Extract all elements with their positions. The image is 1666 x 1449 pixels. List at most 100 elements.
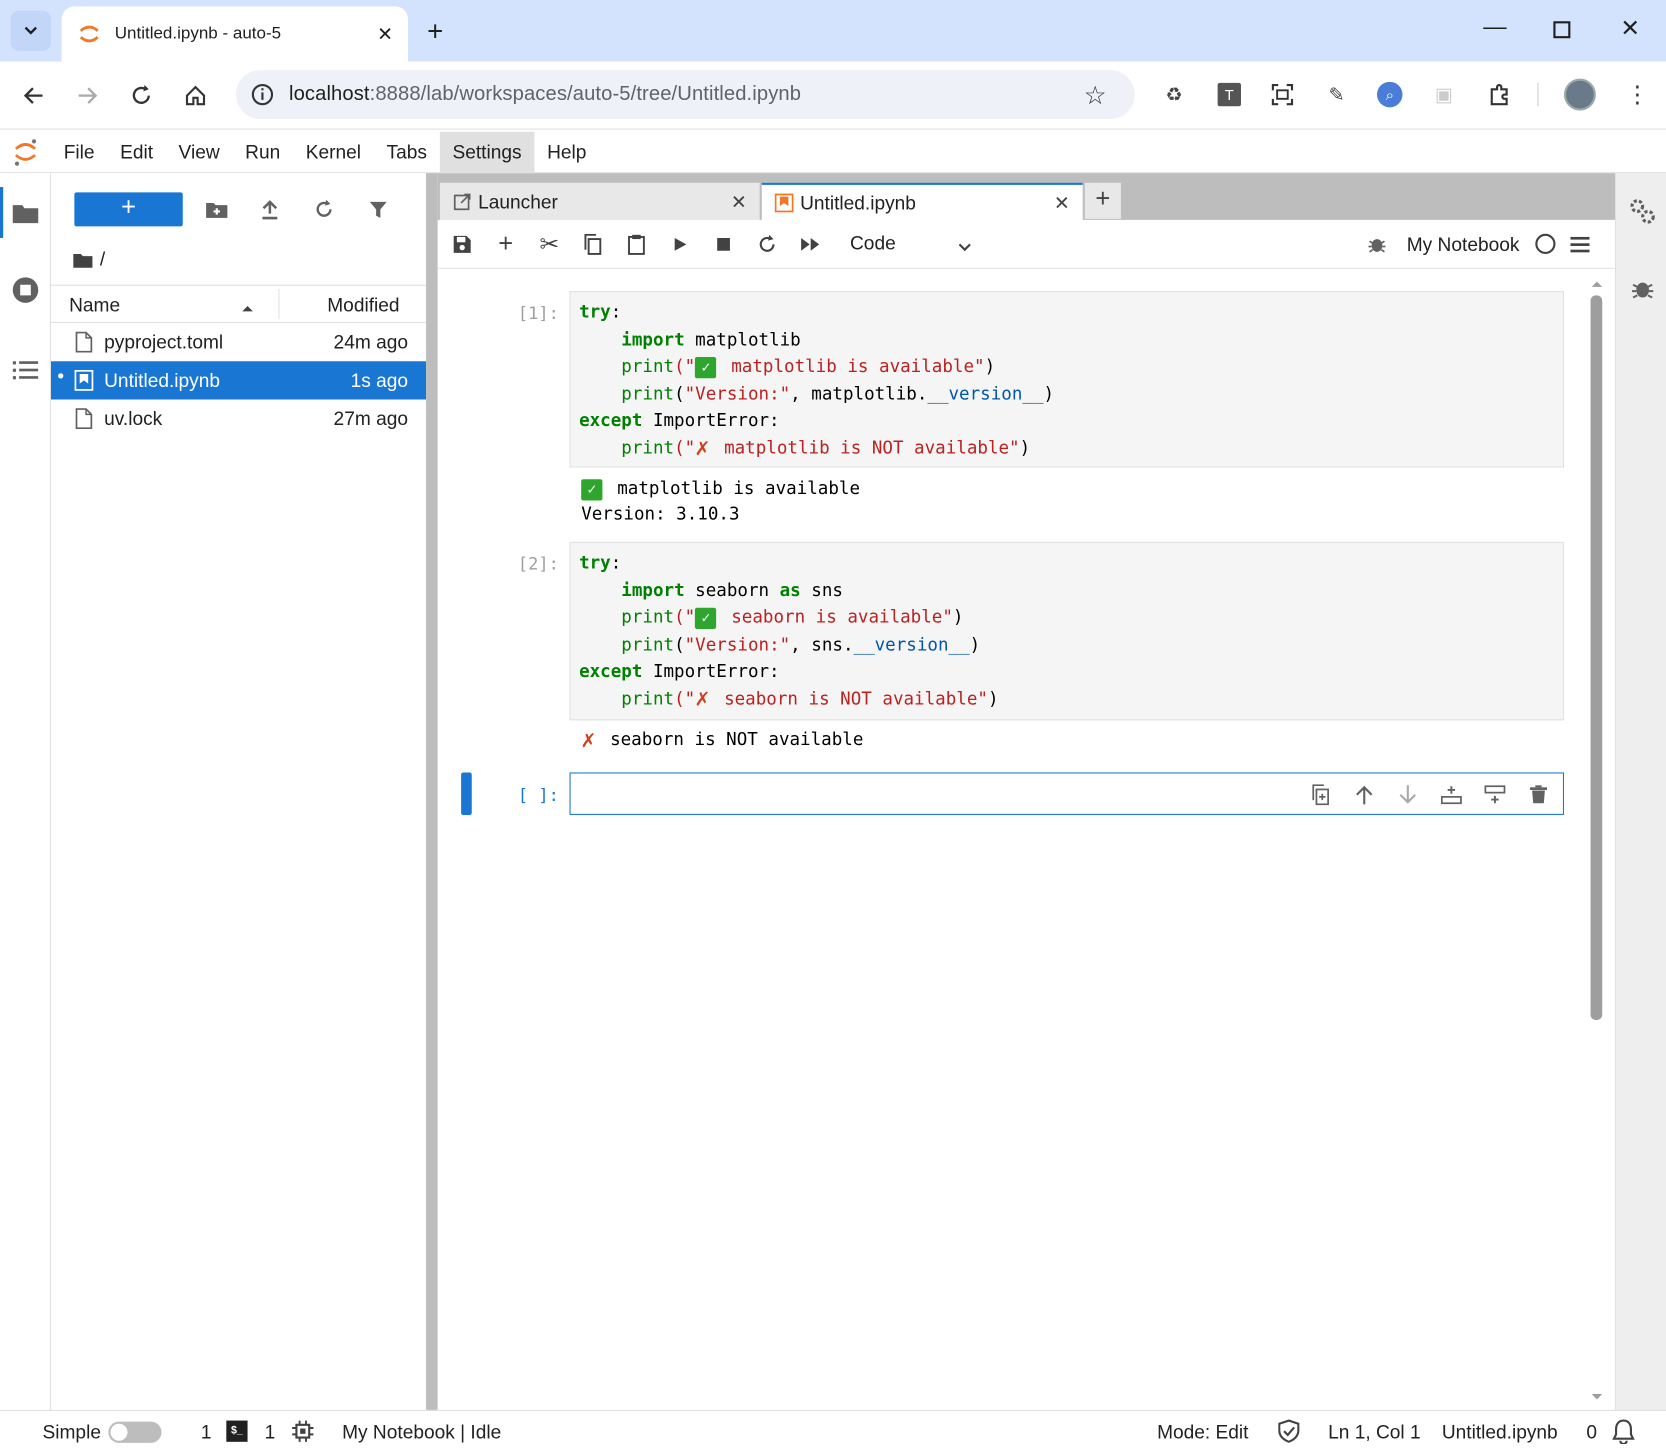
scrollbar-thumb[interactable] xyxy=(1590,295,1603,1020)
tab-notebook[interactable]: Untitled.ipynb ✕ xyxy=(761,182,1083,221)
menu-icon[interactable] xyxy=(1570,236,1590,258)
debugger-sidebar-icon[interactable] xyxy=(1631,277,1654,306)
profile-avatar[interactable] xyxy=(1564,78,1596,111)
bell-icon[interactable] xyxy=(1612,1418,1635,1449)
chevron-down-icon[interactable] xyxy=(957,239,972,258)
kernel-status-icon xyxy=(1535,233,1556,254)
scroll-down-icon[interactable] xyxy=(1591,1388,1604,1400)
menu-kernel[interactable]: Kernel xyxy=(293,131,374,171)
maximize-icon[interactable] xyxy=(1553,21,1571,39)
forward-icon[interactable] xyxy=(68,77,106,115)
puzzle-disabled-icon[interactable]: ▣ xyxy=(1426,77,1462,113)
menu-tabs[interactable]: Tabs xyxy=(374,131,440,171)
file-icon xyxy=(75,408,93,430)
kernel-name[interactable]: My Notebook xyxy=(1407,234,1520,256)
close-tab-icon[interactable]: ✕ xyxy=(1054,192,1070,214)
menu-file[interactable]: File xyxy=(51,131,107,171)
property-inspector-icon[interactable] xyxy=(1629,198,1657,231)
address-bar[interactable]: localhost:8888/lab/workspaces/auto-5/tre… xyxy=(235,70,1135,119)
back-icon[interactable] xyxy=(15,77,53,115)
copy-icon[interactable] xyxy=(579,232,607,258)
file-row[interactable]: pyproject.toml 24m ago xyxy=(51,323,426,361)
menu-view[interactable]: View xyxy=(166,131,233,171)
panel-splitter[interactable] xyxy=(426,173,438,1410)
recycle-extension-icon[interactable]: ♻ xyxy=(1156,77,1192,113)
browser-menu-icon[interactable]: ⋮ xyxy=(1626,79,1649,111)
menu-help[interactable]: Help xyxy=(534,131,599,171)
simple-mode-toggle[interactable] xyxy=(108,1421,162,1443)
kernel-status-text[interactable]: My Notebook | Idle xyxy=(342,1422,501,1444)
bookmark-star-icon[interactable]: ☆ xyxy=(1084,81,1107,112)
close-tab-icon[interactable]: ✕ xyxy=(731,191,747,213)
stop-icon[interactable] xyxy=(710,232,738,258)
file-row[interactable]: uv.lock 27m ago xyxy=(51,400,426,438)
restart-kernel-icon[interactable] xyxy=(753,232,781,258)
add-tab-button[interactable]: + xyxy=(1084,182,1121,219)
minimize-icon[interactable]: — xyxy=(1483,13,1506,41)
menu-settings[interactable]: Settings xyxy=(439,131,535,172)
cursor-position[interactable]: Ln 1, Col 1 xyxy=(1328,1422,1421,1444)
browser-tab-active[interactable]: Untitled.ipynb - auto-5 ✕ xyxy=(61,6,408,62)
tab-search-button[interactable] xyxy=(10,10,51,51)
scroll-up-icon[interactable] xyxy=(1591,274,1604,287)
terminal-icon[interactable]: $_ xyxy=(226,1420,248,1442)
file-modified: 24m ago xyxy=(333,330,408,353)
check-mark-icon: ✓ xyxy=(695,356,717,378)
status-bar: Simple 1 $_ 1 My Notebook | Idle Mode: E… xyxy=(0,1409,1666,1449)
home-icon[interactable] xyxy=(176,77,214,115)
new-launcher-button[interactable]: + xyxy=(74,192,183,227)
save-icon[interactable] xyxy=(448,232,476,258)
file-browser-tab-icon[interactable] xyxy=(0,187,51,238)
duplicate-cell-icon[interactable] xyxy=(1305,782,1337,808)
menu-run[interactable]: Run xyxy=(232,131,293,171)
extensions-icon[interactable] xyxy=(1481,77,1517,113)
cross-mark-icon: ✗ xyxy=(581,726,596,753)
sort-ascending-icon[interactable] xyxy=(241,299,254,318)
file-modified: 1s ago xyxy=(350,369,408,391)
upload-icon[interactable] xyxy=(254,197,286,223)
run-icon[interactable] xyxy=(666,232,694,258)
cell-prompt: [ ]: xyxy=(517,785,559,806)
close-tab-icon[interactable]: ✕ xyxy=(377,23,393,45)
chevron-down-icon xyxy=(24,26,37,35)
close-window-icon[interactable]: ✕ xyxy=(1620,15,1640,43)
jupyter-logo-icon xyxy=(79,25,99,43)
screenshot-extension-icon[interactable] xyxy=(1264,77,1300,113)
pen-extension-icon[interactable]: ✎ xyxy=(1319,77,1355,113)
move-down-icon[interactable] xyxy=(1392,782,1424,808)
cell-type-select[interactable]: Code xyxy=(850,233,896,255)
breadcrumb[interactable]: / xyxy=(72,249,105,271)
file-name: uv.lock xyxy=(104,407,163,429)
file-row-selected[interactable]: • Untitled.ipynb 1s ago xyxy=(51,361,427,400)
reload-icon[interactable] xyxy=(122,77,160,115)
t-extension-icon[interactable]: T xyxy=(1211,77,1247,113)
tab-launcher[interactable]: Launcher ✕ xyxy=(439,182,760,221)
cell-prompt: [1]: xyxy=(517,302,559,323)
site-info-icon[interactable] xyxy=(251,83,274,106)
insert-cell-icon[interactable]: + xyxy=(492,230,520,259)
refresh-icon[interactable] xyxy=(308,197,340,223)
filter-icon[interactable] xyxy=(362,197,394,223)
move-up-icon[interactable] xyxy=(1348,782,1380,808)
trusted-shield-icon[interactable] xyxy=(1278,1419,1300,1449)
check-mark-icon: ✓ xyxy=(581,478,603,500)
debugger-icon[interactable] xyxy=(1363,232,1391,258)
kernel-chip-icon[interactable] xyxy=(291,1420,314,1449)
new-tab-button[interactable]: + xyxy=(427,15,443,48)
table-of-contents-icon[interactable] xyxy=(0,344,51,395)
running-dot-icon: • xyxy=(57,365,65,387)
column-name-header[interactable]: Name xyxy=(69,294,120,316)
active-cell-indicator xyxy=(461,772,472,815)
new-folder-icon[interactable] xyxy=(201,197,233,223)
restart-run-all-icon[interactable] xyxy=(797,232,825,258)
kernel-count: 1 xyxy=(264,1421,276,1443)
insert-below-icon[interactable] xyxy=(1479,782,1511,808)
insert-above-icon[interactable] xyxy=(1435,782,1467,808)
column-modified-header[interactable]: Modified xyxy=(327,294,399,316)
cut-icon[interactable]: ✂ xyxy=(536,231,564,258)
menu-edit[interactable]: Edit xyxy=(107,131,165,171)
running-sessions-icon[interactable] xyxy=(0,265,51,316)
paste-icon[interactable] xyxy=(623,232,651,258)
delete-cell-icon[interactable] xyxy=(1523,782,1555,808)
search-extension-icon[interactable]: ⌕ xyxy=(1372,77,1408,113)
